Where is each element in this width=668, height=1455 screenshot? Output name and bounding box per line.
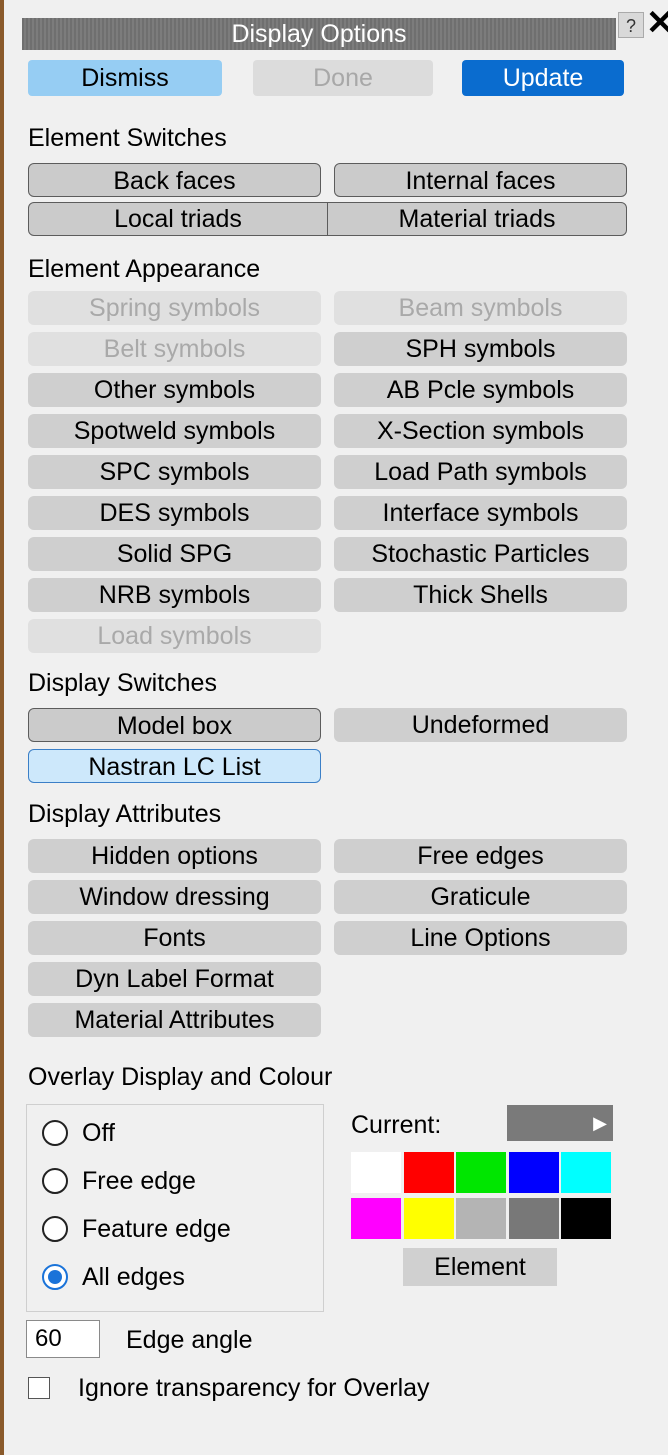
dismiss-button[interactable]: Dismiss <box>28 60 222 96</box>
nastran-lc-list-button[interactable]: Nastran LC List <box>28 749 321 783</box>
element-appearance-button[interactable]: SPH symbols <box>334 332 627 366</box>
element-appearance-button[interactable]: Interface symbols <box>334 496 627 530</box>
internal-faces-button[interactable]: Internal faces <box>334 163 627 197</box>
ignore-transparency-label: Ignore transparency for Overlay <box>78 1374 430 1402</box>
element-appearance-heading: Element Appearance <box>28 255 261 283</box>
colour-swatch[interactable] <box>561 1152 611 1193</box>
undeformed-button[interactable]: Undeformed <box>334 708 627 742</box>
overlay-radio-option[interactable]: Off <box>42 1116 115 1150</box>
radio-button-icon[interactable] <box>42 1168 68 1194</box>
line-options-button[interactable]: Line Options <box>334 921 627 955</box>
current-colour-label: Current: <box>351 1111 442 1139</box>
element-appearance-button[interactable]: Stochastic Particles <box>334 537 627 571</box>
graticule-button[interactable]: Graticule <box>334 880 627 914</box>
triads-segmented-control: Local triads Material triads <box>28 202 627 236</box>
free-edges-button[interactable]: Free edges <box>334 839 627 873</box>
done-button[interactable]: Done <box>253 60 433 96</box>
radio-option-label: Off <box>82 1118 115 1147</box>
edge-angle-label: Edge angle <box>126 1326 253 1354</box>
element-switches-heading: Element Switches <box>28 124 227 152</box>
update-button[interactable]: Update <box>462 60 624 96</box>
element-appearance-button[interactable]: Load Path symbols <box>334 455 627 489</box>
window-title[interactable]: Display Options <box>22 18 616 50</box>
radio-button-icon[interactable] <box>42 1120 68 1146</box>
radio-button-icon[interactable] <box>42 1264 68 1290</box>
overlay-heading: Overlay Display and Colour <box>28 1063 333 1091</box>
edge-angle-input[interactable]: 60 <box>26 1320 100 1358</box>
element-appearance-button[interactable]: Beam symbols <box>334 291 627 325</box>
element-appearance-button[interactable]: Load symbols <box>28 619 321 653</box>
element-appearance-button[interactable]: Thick Shells <box>334 578 627 612</box>
triangle-right-icon: ▶ <box>593 1113 607 1133</box>
element-appearance-button[interactable]: Spring symbols <box>28 291 321 325</box>
radio-option-label: Free edge <box>82 1166 196 1195</box>
colour-swatch[interactable] <box>403 1198 454 1239</box>
radio-button-icon[interactable] <box>42 1216 68 1242</box>
element-appearance-button[interactable]: Solid SPG <box>28 537 321 571</box>
help-icon[interactable]: ? <box>618 12 644 38</box>
fonts-button[interactable]: Fonts <box>28 921 321 955</box>
model-box-button[interactable]: Model box <box>28 708 321 742</box>
element-appearance-button[interactable]: DES symbols <box>28 496 321 530</box>
material-triads-button[interactable]: Material triads <box>328 203 626 235</box>
display-switches-heading: Display Switches <box>28 669 217 697</box>
element-appearance-button[interactable]: AB Pcle symbols <box>334 373 627 407</box>
ignore-transparency-checkbox[interactable] <box>28 1377 50 1399</box>
close-icon[interactable]: ✕ <box>646 6 668 40</box>
element-appearance-button[interactable]: X-Section symbols <box>334 414 627 448</box>
element-appearance-button[interactable]: Spotweld symbols <box>28 414 321 448</box>
display-options-panel: Display Options ? ✕ Dismiss Done Update … <box>0 0 668 1455</box>
hidden-options-button[interactable]: Hidden options <box>28 839 321 873</box>
display-attributes-heading: Display Attributes <box>28 800 222 828</box>
local-triads-button[interactable]: Local triads <box>29 203 328 235</box>
colour-swatch[interactable] <box>508 1152 559 1193</box>
overlay-radio-option[interactable]: All edges <box>42 1260 185 1294</box>
element-appearance-button[interactable]: NRB symbols <box>28 578 321 612</box>
colour-swatch[interactable] <box>456 1198 506 1239</box>
element-appearance-button[interactable]: SPC symbols <box>28 455 321 489</box>
colour-swatch[interactable] <box>351 1198 401 1239</box>
element-appearance-button[interactable]: Belt symbols <box>28 332 321 366</box>
window-dressing-button[interactable]: Window dressing <box>28 880 321 914</box>
element-appearance-button[interactable]: Other symbols <box>28 373 321 407</box>
radio-option-label: Feature edge <box>82 1214 231 1243</box>
colour-swatch[interactable] <box>351 1152 401 1193</box>
back-faces-button[interactable]: Back faces <box>28 163 321 197</box>
colour-swatch[interactable] <box>508 1198 559 1239</box>
current-colour-dropdown[interactable]: ▶ <box>507 1105 613 1141</box>
overlay-radio-option[interactable]: Feature edge <box>42 1212 231 1246</box>
element-colour-button[interactable]: Element <box>403 1248 557 1286</box>
colour-swatch[interactable] <box>561 1198 611 1239</box>
dyn-label-format-button[interactable]: Dyn Label Format <box>28 962 321 996</box>
material-attributes-button[interactable]: Material Attributes <box>28 1003 321 1037</box>
overlay-radio-option[interactable]: Free edge <box>42 1164 196 1198</box>
colour-swatch[interactable] <box>403 1152 454 1193</box>
radio-option-label: All edges <box>82 1262 185 1291</box>
colour-swatch[interactable] <box>456 1152 506 1193</box>
